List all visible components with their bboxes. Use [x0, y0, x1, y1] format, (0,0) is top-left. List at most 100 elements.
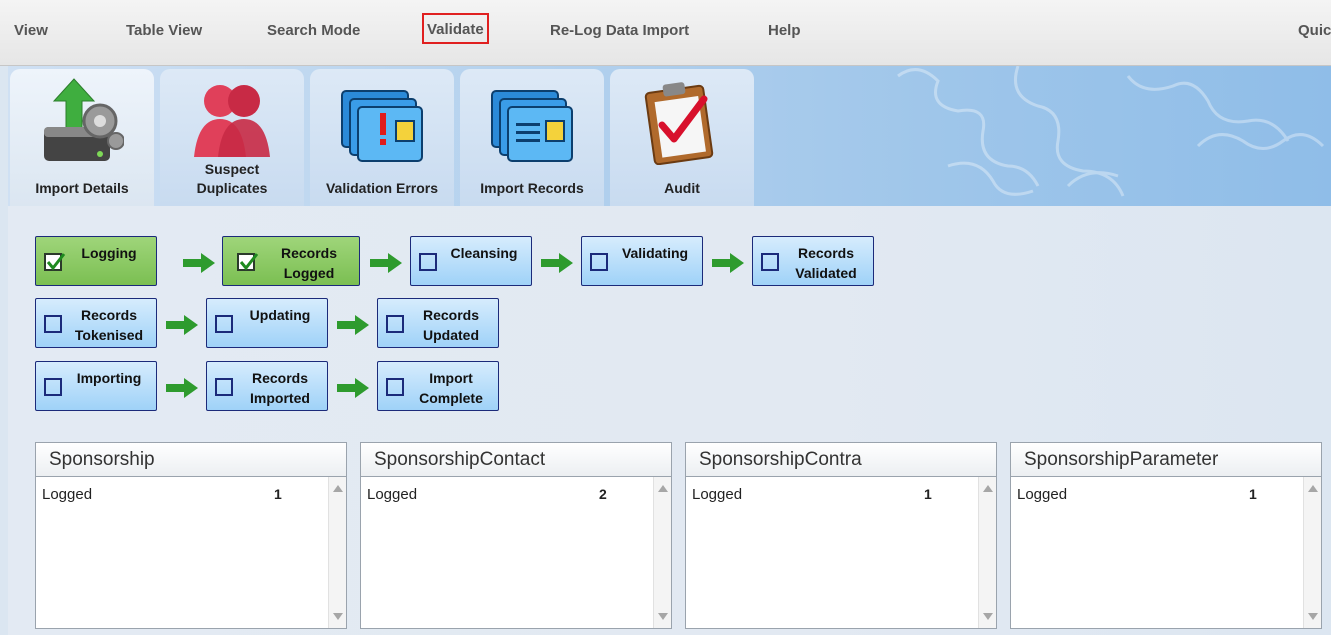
- step-records-imported: Records Imported: [206, 361, 328, 411]
- list-item: Logged 1: [1017, 486, 1257, 503]
- tab-strip: Import Details Suspect Duplicates Valida…: [8, 66, 1331, 206]
- row-count: 2: [599, 486, 607, 502]
- tab-audit[interactable]: Audit: [610, 69, 754, 206]
- checkbox: [215, 315, 233, 333]
- checkbox: [44, 378, 62, 396]
- checkbox: [215, 378, 233, 396]
- panel-list[interactable]: Logged 2: [361, 477, 671, 628]
- step-importing: Importing: [35, 361, 157, 411]
- step-label: Import Complete: [419, 370, 483, 406]
- step-label: Logging: [81, 245, 137, 261]
- arrow-right-icon: [183, 253, 215, 273]
- scroll-up-icon[interactable]: [658, 485, 668, 492]
- row-label: Logged: [367, 486, 418, 503]
- checkbox: [419, 253, 437, 271]
- panel-list[interactable]: Logged 1: [36, 477, 346, 628]
- step-import-complete: Import Complete: [377, 361, 499, 411]
- step-label: Records Imported: [250, 370, 310, 406]
- row-count: 1: [274, 486, 282, 502]
- scroll-down-icon[interactable]: [658, 613, 668, 620]
- checkbox: [761, 253, 779, 271]
- step-records-tokenised: Records Tokenised: [35, 298, 157, 348]
- panel-list[interactable]: Logged 1: [1011, 477, 1321, 628]
- row-count: 1: [1249, 486, 1257, 502]
- panel-sponsorship-contra: SponsorshipContra Logged 1: [685, 442, 997, 629]
- step-label: Importing: [76, 370, 142, 386]
- vertical-scrollbar[interactable]: [328, 477, 346, 628]
- tab-label: Import Records: [480, 180, 584, 196]
- menu-view[interactable]: View: [14, 0, 48, 62]
- folder-records-icon: [491, 90, 573, 162]
- step-label: Records Validated: [795, 245, 857, 281]
- step-records-validated: Records Validated: [752, 236, 874, 286]
- scroll-down-icon[interactable]: [1308, 613, 1318, 620]
- clipboard-check-icon: [644, 82, 714, 165]
- vertical-scrollbar[interactable]: [653, 477, 671, 628]
- row-label: Logged: [42, 486, 93, 503]
- panel-list[interactable]: Logged 1: [686, 477, 996, 628]
- checkbox: [590, 253, 608, 271]
- puzzle-background: [897, 66, 1325, 197]
- arrow-right-icon: [337, 378, 369, 398]
- panel-sponsorship: Sponsorship Logged 1: [35, 442, 347, 629]
- list-item: Logged 1: [42, 486, 282, 503]
- folder-alert-icon: [341, 90, 423, 162]
- row-label: Logged: [1017, 486, 1068, 503]
- tab-label: Suspect Duplicates: [196, 161, 268, 196]
- arrow-right-icon: [166, 378, 198, 398]
- scroll-up-icon[interactable]: [333, 485, 343, 492]
- step-label: Records Tokenised: [74, 307, 144, 343]
- vertical-scrollbar[interactable]: [1303, 477, 1321, 628]
- server-gear-icon: [44, 78, 124, 161]
- row-count: 1: [924, 486, 932, 502]
- row-label: Logged: [692, 486, 743, 503]
- step-cleansing: Cleansing: [410, 236, 532, 286]
- tab-label: Audit: [664, 180, 700, 196]
- checkbox: [44, 315, 62, 333]
- step-records-logged: Records Logged: [222, 236, 360, 286]
- arrow-right-icon: [541, 253, 573, 273]
- panel-title: SponsorshipContra: [686, 443, 996, 477]
- tab-import-details[interactable]: Import Details: [10, 69, 154, 206]
- tab-suspect-duplicates[interactable]: Suspect Duplicates: [160, 69, 304, 206]
- tab-import-records[interactable]: Import Records: [460, 69, 604, 206]
- arrow-right-icon: [337, 315, 369, 335]
- tab-label: Validation Errors: [325, 180, 439, 196]
- step-label: Updating: [249, 307, 311, 323]
- menu-search-mode[interactable]: Search Mode: [267, 0, 360, 62]
- vertical-scrollbar[interactable]: [978, 477, 996, 628]
- scroll-down-icon[interactable]: [333, 613, 343, 620]
- scroll-up-icon[interactable]: [1308, 485, 1318, 492]
- list-item: Logged 1: [692, 486, 932, 503]
- menu-validate[interactable]: Validate: [422, 13, 489, 44]
- step-logging: Logging: [35, 236, 157, 286]
- step-records-updated: Records Updated: [377, 298, 499, 348]
- arrow-right-icon: [712, 253, 744, 273]
- menu-help[interactable]: Help: [768, 0, 801, 62]
- tab-label: Import Details: [35, 180, 129, 196]
- list-item: Logged 2: [367, 486, 607, 503]
- tab-validation-errors[interactable]: Validation Errors: [310, 69, 454, 206]
- menu-relog-data-import[interactable]: Re-Log Data Import: [550, 0, 689, 62]
- step-label: Records Updated: [422, 307, 480, 343]
- panel-sponsorship-parameter: SponsorshipParameter Logged 1: [1010, 442, 1322, 629]
- checkbox: [386, 315, 404, 333]
- panel-title: Sponsorship: [36, 443, 346, 477]
- menu-quick[interactable]: Quic: [1298, 0, 1331, 62]
- step-label: Validating: [621, 245, 689, 261]
- panel-title: SponsorshipParameter: [1011, 443, 1321, 477]
- menu-bar: View Table View Search Mode Validate Re-…: [0, 0, 1331, 66]
- arrow-right-icon: [166, 315, 198, 335]
- duplicate-people-icon: [194, 85, 270, 157]
- step-updating: Updating: [206, 298, 328, 348]
- scroll-up-icon[interactable]: [983, 485, 993, 492]
- arrow-right-icon: [370, 253, 402, 273]
- scroll-down-icon[interactable]: [983, 613, 993, 620]
- checkbox: [386, 378, 404, 396]
- checkbox-checked: [237, 253, 259, 271]
- menu-table-view[interactable]: Table View: [126, 0, 202, 62]
- checkmark-icon: [239, 253, 259, 271]
- panel-sponsorship-contact: SponsorshipContact Logged 2: [360, 442, 672, 629]
- checkbox-checked: [44, 253, 66, 271]
- step-label: Cleansing: [450, 245, 518, 261]
